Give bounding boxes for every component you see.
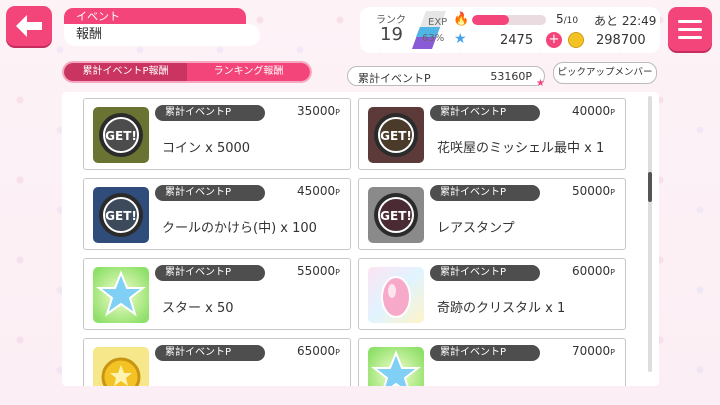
reward-name: コイン x 5000 bbox=[162, 141, 251, 156]
required-points-value: 40000 bbox=[571, 104, 611, 118]
required-points-value: 65000 bbox=[296, 344, 336, 358]
event-points-label: 累計イベントP bbox=[358, 72, 431, 85]
pickup-members-button[interactable]: ピックアップメンバー bbox=[553, 62, 657, 84]
reward-card[interactable]: GET! 累計イベントP 50000P レアスタンプ bbox=[358, 178, 626, 250]
points-unit: P bbox=[335, 108, 340, 117]
reward-card[interactable]: 累計イベントP 65000P bbox=[83, 338, 351, 386]
reward-card[interactable]: 累計イベントP 55000P スター x 50 bbox=[83, 258, 351, 330]
reward-condition-tag: 累計イベントP bbox=[155, 345, 265, 361]
sparkle-icon: ★ bbox=[536, 78, 545, 89]
star-currency-icon: ★ bbox=[454, 31, 467, 47]
star-icon bbox=[368, 347, 424, 386]
fire-icon: 🔥 bbox=[453, 12, 470, 27]
exp-percent: 63% bbox=[422, 33, 445, 44]
points-unit: P bbox=[335, 188, 340, 197]
live-boost-fill bbox=[472, 15, 509, 25]
scrollbar-track[interactable] bbox=[648, 96, 652, 372]
reward-name: クールのかけら(中) x 100 bbox=[162, 221, 317, 236]
required-points-value: 60000 bbox=[571, 264, 611, 278]
coin-icon bbox=[568, 32, 584, 48]
menu-button[interactable] bbox=[668, 7, 712, 51]
reward-required-points: 50000P bbox=[572, 184, 615, 198]
reward-name: スター x 50 bbox=[162, 301, 234, 316]
required-points-value: 70000 bbox=[571, 344, 611, 358]
svg-text:GET!: GET! bbox=[380, 129, 412, 143]
menu-line bbox=[678, 19, 702, 23]
reward-required-points: 40000P bbox=[572, 104, 615, 118]
points-unit: P bbox=[610, 188, 615, 197]
reward-condition-tag: 累計イベントP bbox=[430, 265, 540, 281]
svg-text:GET!: GET! bbox=[105, 209, 137, 223]
menu-line bbox=[678, 35, 702, 39]
reward-tabs: 累計イベントP報酬 ランキング報酬 bbox=[62, 61, 312, 83]
svg-text:GET!: GET! bbox=[380, 209, 412, 223]
reward-name: 花咲屋のミッシェル最中 x 1 bbox=[437, 141, 605, 156]
reward-condition-tag: 累計イベントP bbox=[430, 345, 540, 361]
event-points-display: 累計イベントP 53160P bbox=[347, 66, 545, 86]
live-boost-bar bbox=[472, 15, 546, 25]
reward-condition-tag: 累計イベントP bbox=[155, 265, 265, 281]
life-current: 5 bbox=[556, 12, 564, 26]
menu-line bbox=[678, 27, 702, 31]
points-unit: P bbox=[610, 348, 615, 357]
item-get-icon: GET! bbox=[368, 107, 424, 163]
coin-icon bbox=[93, 347, 149, 386]
points-unit: P bbox=[335, 348, 340, 357]
required-points-value: 45000 bbox=[296, 184, 336, 198]
required-points-value: 50000 bbox=[571, 184, 611, 198]
reward-condition-tag: 累計イベントP bbox=[430, 185, 540, 201]
reward-name: 奇跡のクリスタル x 1 bbox=[437, 301, 566, 316]
recover-time: あと 22:49 bbox=[594, 14, 657, 28]
page-title: 報酬 bbox=[64, 24, 260, 46]
tab-ranking-rewards[interactable]: ランキング報酬 bbox=[187, 63, 310, 81]
reward-card[interactable]: 累計イベントP 70000P bbox=[358, 338, 626, 386]
exp-label: EXP bbox=[428, 17, 448, 28]
reward-card[interactable]: GET! 累計イベントP 45000P クールのかけら(中) x 100 bbox=[83, 178, 351, 250]
reward-required-points: 60000P bbox=[572, 264, 615, 278]
star-icon bbox=[93, 267, 149, 323]
required-points-value: 55000 bbox=[296, 264, 336, 278]
required-points-value: 35000 bbox=[296, 104, 336, 118]
points-unit: P bbox=[610, 268, 615, 277]
reward-required-points: 55000P bbox=[297, 264, 340, 278]
tab-cumulative-event-points[interactable]: 累計イベントP報酬 bbox=[64, 63, 187, 81]
star-count: 2475 bbox=[500, 33, 534, 48]
add-star-button[interactable]: + bbox=[546, 32, 562, 48]
reward-card[interactable]: 累計イベントP 60000P 奇跡のクリスタル x 1 bbox=[358, 258, 626, 330]
reward-name: レアスタンプ bbox=[437, 221, 515, 236]
live-boost-count: 5/10 bbox=[556, 12, 578, 26]
reward-required-points: 70000P bbox=[572, 344, 615, 358]
reward-condition-tag: 累計イベントP bbox=[430, 105, 540, 121]
rank-value: 19 bbox=[380, 24, 403, 45]
reward-list[interactable]: GET! 累計イベントP 35000P コイン x 5000 GET! 累計イベ… bbox=[62, 92, 659, 386]
reward-condition-tag: 累計イベントP bbox=[155, 105, 265, 121]
coin-get-icon: GET! bbox=[93, 107, 149, 163]
coin-count: 298700 bbox=[596, 33, 646, 48]
reward-condition-tag: 累計イベントP bbox=[155, 185, 265, 201]
reward-required-points: 65000P bbox=[297, 344, 340, 358]
reward-required-points: 45000P bbox=[297, 184, 340, 198]
reward-card[interactable]: GET! 累計イベントP 40000P 花咲屋のミッシェル最中 x 1 bbox=[358, 98, 626, 170]
back-button[interactable] bbox=[6, 6, 52, 46]
crystal-icon bbox=[368, 267, 424, 323]
reward-required-points: 35000P bbox=[297, 104, 340, 118]
svg-text:GET!: GET! bbox=[105, 129, 137, 143]
points-unit: P bbox=[335, 268, 340, 277]
reward-card[interactable]: GET! 累計イベントP 35000P コイン x 5000 bbox=[83, 98, 351, 170]
scrollbar-thumb[interactable] bbox=[648, 172, 652, 202]
event-points-value: 53160P bbox=[490, 70, 532, 83]
shard-get-icon: GET! bbox=[93, 187, 149, 243]
back-arrow-icon bbox=[16, 15, 42, 37]
life-max: /10 bbox=[563, 16, 579, 26]
status-panel: ランク 19 EXP 63% 🔥 5/10 あと 22:49 ★ 2475 + … bbox=[360, 7, 660, 53]
stamp-get-icon: GET! bbox=[368, 187, 424, 243]
points-unit: P bbox=[610, 108, 615, 117]
